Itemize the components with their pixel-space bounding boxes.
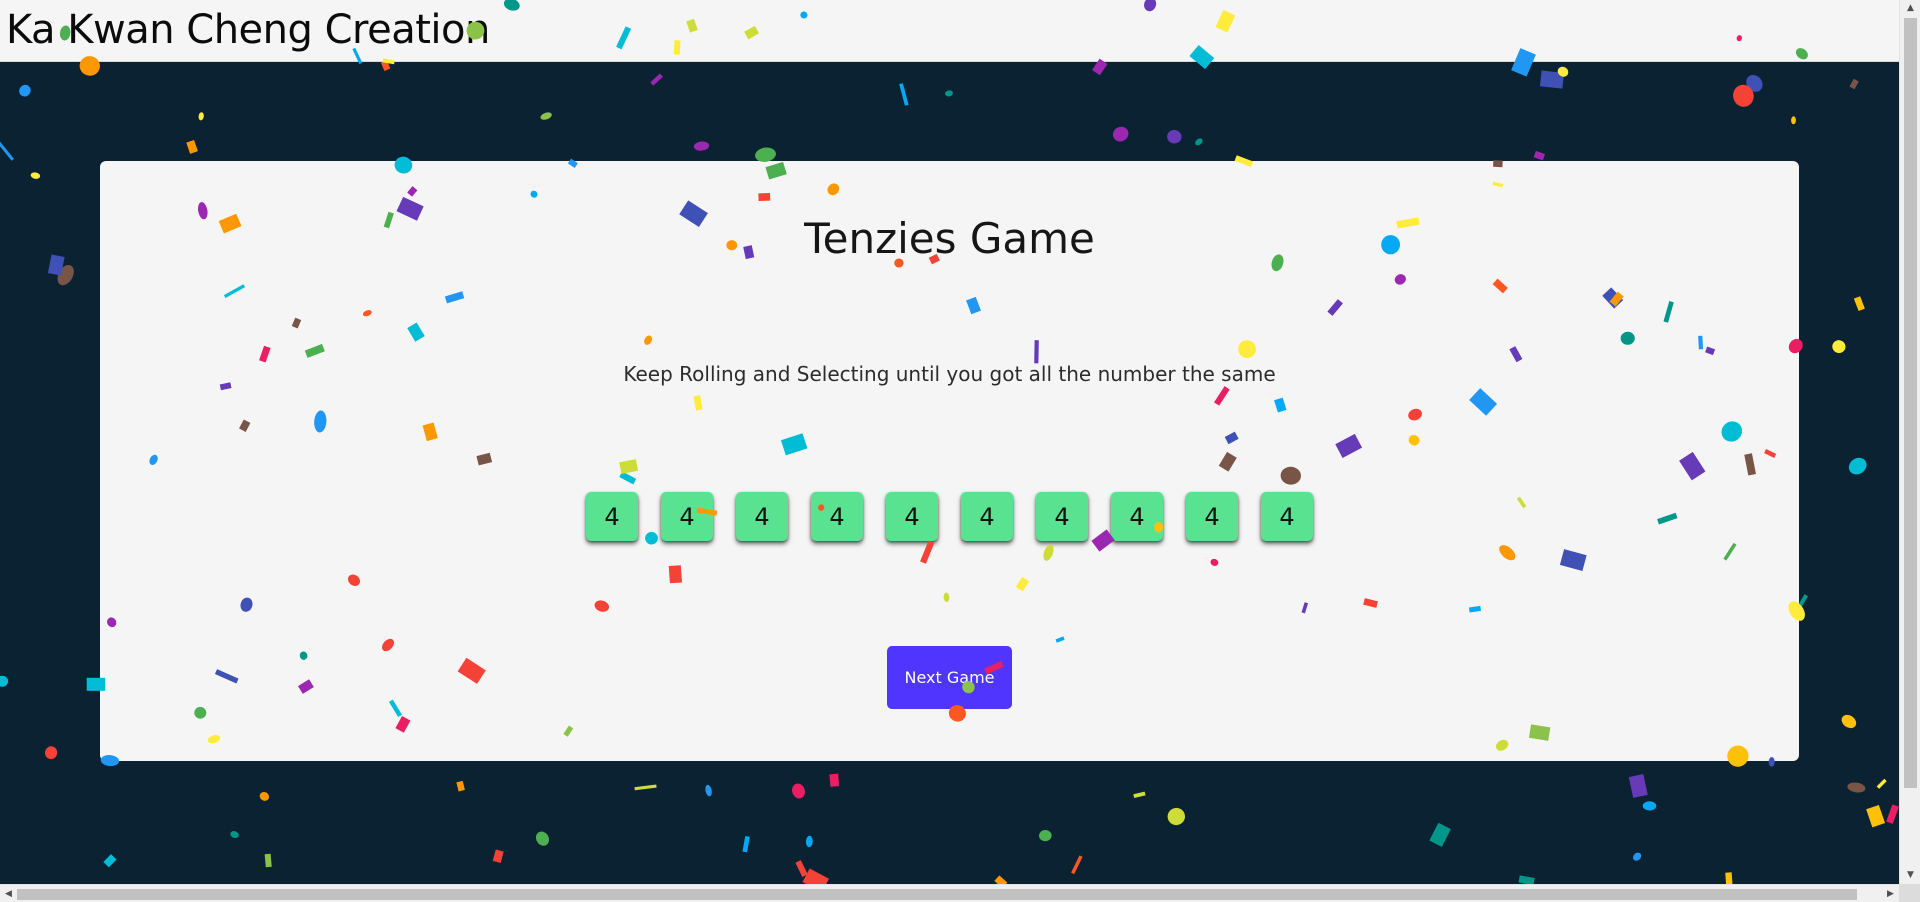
- die[interactable]: 4: [1186, 492, 1238, 541]
- vertical-scroll-thumb[interactable]: [1904, 18, 1917, 788]
- site-title: Ka Kwan Cheng Creation: [6, 7, 490, 53]
- die[interactable]: 4: [586, 492, 638, 541]
- game-title: Tenzies Game: [804, 214, 1095, 263]
- die[interactable]: 4: [1111, 492, 1163, 541]
- scroll-down-icon[interactable]: ▼: [1900, 867, 1920, 884]
- scroll-right-icon[interactable]: ▶: [1882, 885, 1899, 902]
- scroll-left-icon[interactable]: ◀: [0, 885, 17, 902]
- game-card: Tenzies Game Keep Rolling and Selecting …: [100, 161, 1799, 761]
- die[interactable]: 4: [886, 492, 938, 541]
- site-header: Ka Kwan Cheng Creation: [0, 0, 1899, 62]
- next-game-button[interactable]: Next Game: [887, 646, 1012, 709]
- die[interactable]: 4: [661, 492, 713, 541]
- die[interactable]: 4: [1261, 492, 1313, 541]
- die[interactable]: 4: [736, 492, 788, 541]
- dice-row: 4 4 4 4 4 4 4 4 4 4: [586, 492, 1313, 541]
- horizontal-scrollbar[interactable]: ◀ ▶: [0, 884, 1899, 902]
- horizontal-scroll-thumb[interactable]: [17, 889, 1857, 900]
- game-instructions: Keep Rolling and Selecting until you got…: [623, 362, 1276, 386]
- scroll-up-icon[interactable]: ▲: [1900, 0, 1920, 17]
- die[interactable]: 4: [961, 492, 1013, 541]
- die[interactable]: 4: [811, 492, 863, 541]
- vertical-scrollbar[interactable]: ▲ ▼: [1899, 0, 1920, 884]
- scrollbar-corner: [1899, 884, 1920, 902]
- die[interactable]: 4: [1036, 492, 1088, 541]
